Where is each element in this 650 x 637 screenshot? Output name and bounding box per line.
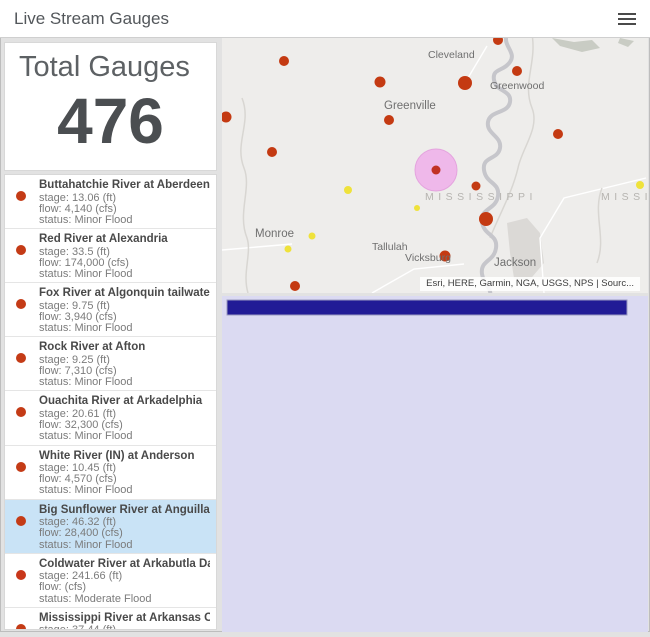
map-state-label: MISSISSIPPI [425, 191, 537, 203]
map-urban-area [507, 218, 544, 283]
gauge-detail: status: Minor Flood [39, 269, 210, 280]
gauge-marker-icon [16, 624, 26, 630]
map-city-label: Jackson [494, 257, 536, 269]
map-gauge-marker[interactable] [344, 186, 352, 194]
gauge-list-item[interactable]: Mississippi River at Arkansas Citystage:… [5, 608, 216, 630]
gauge-marker-icon [16, 245, 26, 255]
page-title: Live Stream Gauges [14, 9, 169, 29]
river-path [482, 38, 512, 293]
map-gauge-marker[interactable] [493, 38, 503, 45]
gauge-name: Ouachita River at Arkadelphia [39, 395, 210, 408]
map-gauge-marker[interactable] [414, 205, 420, 211]
gauge-marker-icon [16, 191, 26, 201]
map-panel[interactable]: Cleveland Greenwood Greenville Monroe Tallul… [222, 38, 648, 293]
map-gauge-marker[interactable] [636, 181, 644, 189]
chart-title-bar [227, 300, 627, 315]
map-road [222, 244, 292, 250]
map-gauge-marker[interactable] [479, 212, 493, 226]
gauge-detail: stage: 37.44 (ft) [39, 625, 210, 630]
hydrograph-chart [222, 296, 648, 632]
gauge-list-item[interactable]: Ouachita River at Arkadelphiastage: 20.6… [5, 391, 216, 445]
map-gauge-marker[interactable] [432, 166, 441, 175]
map-gauge-marker[interactable] [458, 76, 472, 90]
map-gauge-marker[interactable] [290, 281, 300, 291]
gauge-name: Buttahatchie River at Aberdeen [39, 179, 210, 192]
gauge-marker-icon [16, 299, 26, 309]
map-gauge-marker[interactable] [553, 129, 563, 139]
total-gauges-label: Total Gauges [5, 43, 216, 84]
gauge-list-item[interactable]: Red River at Alexandriastage: 33.5 (ft)f… [5, 229, 216, 283]
map-gauge-marker[interactable] [222, 112, 232, 123]
gauge-list-item[interactable]: White River (IN) at Andersonstage: 10.45… [5, 446, 216, 500]
gauge-detail: status: Minor Flood [39, 377, 210, 388]
gauge-detail: status: Minor Flood [39, 431, 210, 442]
gauge-name: Rock River at Afton [39, 341, 210, 354]
map-gauge-marker[interactable] [472, 182, 481, 191]
map-city-label: Monroe [255, 228, 294, 240]
map-city-label: Greenwood [490, 80, 544, 92]
map-gauge-marker[interactable] [309, 233, 316, 240]
gauge-name: White River (IN) at Anderson [39, 450, 210, 463]
gauge-list-item[interactable]: Rock River at Aftonstage: 9.25 (ft)flow:… [5, 337, 216, 391]
map-gauge-marker[interactable] [384, 115, 394, 125]
map-lake-shape [552, 38, 600, 52]
app-header: Live Stream Gauges [0, 0, 650, 38]
gauge-detail: status: Minor Flood [39, 215, 210, 226]
gauge-detail: flow: 28,400 (cfs) [39, 528, 210, 539]
map-gauge-marker[interactable] [285, 246, 292, 253]
gauge-list-item[interactable]: Coldwater River at Arkabutla Damstage: 2… [5, 554, 216, 608]
total-gauges-card: Total Gauges 476 [4, 42, 217, 171]
map-gauge-marker[interactable] [267, 147, 277, 157]
gauge-detail: status: Minor Flood [39, 323, 210, 334]
gauge-detail: status: Minor Flood [39, 485, 210, 496]
map-lake-shape [618, 38, 634, 47]
map-city-label: Vicksburg [405, 252, 451, 264]
gauge-marker-icon [16, 407, 26, 417]
app-window: Live Stream Gauges Total Gauges 476 Butt… [0, 0, 650, 632]
hydrograph-panel [222, 296, 648, 632]
gauge-detail: flow: (cfs) [39, 582, 210, 593]
map-city-label: Tallulah [372, 241, 408, 253]
map-city-label: Greenville [384, 100, 436, 112]
gauge-list-item[interactable]: Big Sunflower River at Anguillastage: 46… [5, 500, 216, 554]
gauge-marker-icon [16, 570, 26, 580]
total-gauges-value: 476 [5, 86, 216, 156]
map-state-label: MISSISSIPPI [601, 191, 648, 203]
map-gauge-marker[interactable] [279, 56, 289, 66]
gauge-detail: status: Minor Flood [39, 540, 210, 551]
gauge-marker-icon [16, 516, 26, 526]
gauge-name: Red River at Alexandria [39, 233, 210, 246]
gauge-name: Coldwater River at Arkabutla Dam [39, 558, 210, 571]
gauge-marker-icon [16, 353, 26, 363]
gauge-list[interactable]: Buttahatchie River at Aberdeenstage: 13.… [4, 174, 217, 630]
menu-icon[interactable] [618, 10, 636, 28]
map-gauge-marker[interactable] [512, 66, 522, 76]
gauge-name: Fox River at Algonquin tailwater [39, 287, 210, 300]
map-stream [241, 98, 249, 293]
chart-bg [222, 296, 648, 632]
map-attribution: Esri, HERE, Garmin, NGA, USGS, NPS | Sou… [420, 277, 640, 291]
gauge-list-item[interactable]: Fox River at Algonquin tailwaterstage: 9… [5, 283, 216, 337]
gauge-marker-icon [16, 462, 26, 472]
map-city-label: Cleveland [428, 49, 475, 61]
gauge-name: Mississippi River at Arkansas City [39, 612, 210, 625]
map-gauge-marker[interactable] [375, 77, 386, 88]
map-canvas[interactable]: Cleveland Greenwood Greenville Monroe Tallul… [222, 38, 648, 293]
gauge-name: Big Sunflower River at Anguilla [39, 504, 210, 517]
gauge-list-item[interactable]: Buttahatchie River at Aberdeenstage: 13.… [5, 175, 216, 229]
gauge-detail: status: Moderate Flood [39, 594, 210, 605]
